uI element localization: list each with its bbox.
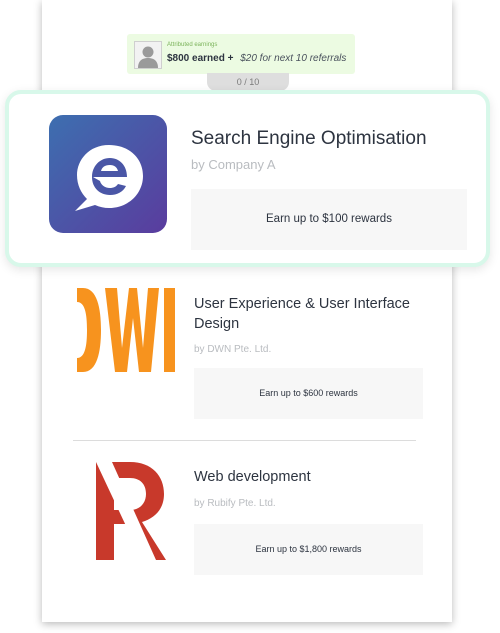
e-speech-bubble-icon bbox=[49, 115, 167, 233]
reward-button[interactable]: Earn up to $1,800 rewards bbox=[194, 524, 423, 575]
rubify-r-logo-mark bbox=[96, 462, 166, 560]
featured-program-card[interactable]: Search Engine Optimisation by Company A … bbox=[5, 90, 490, 267]
reward-button[interactable]: Earn up to $600 rewards bbox=[194, 368, 423, 419]
dwn-logo-mark bbox=[77, 288, 175, 372]
earned-amount: $800 earned + bbox=[167, 53, 234, 64]
program-title: Search Engine Optimisation bbox=[191, 128, 427, 149]
rubify-logo bbox=[82, 462, 182, 562]
referral-progress: 0 / 10 bbox=[207, 73, 289, 91]
earnings-caption: Attributed earnings bbox=[167, 42, 218, 48]
next-referral-reward: $20 for next 10 referrals bbox=[240, 53, 347, 64]
program-company: by Company A bbox=[191, 157, 276, 172]
program-company: by Rubify Pte. Ltd. bbox=[194, 498, 276, 509]
list-divider bbox=[73, 440, 416, 441]
dwn-logo bbox=[75, 288, 175, 388]
program-company: by DWN Pte. Ltd. bbox=[194, 344, 272, 355]
program-title: User Experience & User Interface Design bbox=[194, 296, 410, 332]
program-title: Web development bbox=[194, 469, 311, 485]
avatar bbox=[134, 41, 162, 69]
seo-logo bbox=[49, 115, 167, 233]
reward-button[interactable]: Earn up to $100 rewards bbox=[191, 189, 467, 250]
user-silhouette-icon bbox=[138, 46, 158, 68]
earnings-banner: Attributed earnings $800 earned + $20 fo… bbox=[127, 34, 355, 74]
earnings-summary: $800 earned + $20 for next 10 referrals bbox=[167, 53, 346, 64]
